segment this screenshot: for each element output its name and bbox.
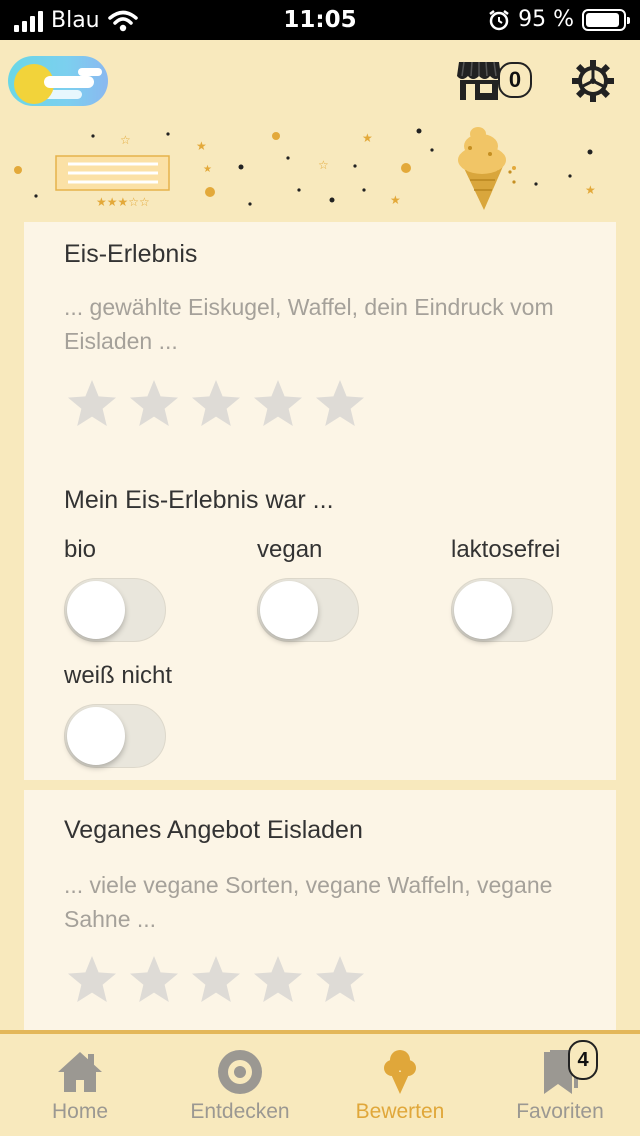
status-bar: Blau 11:05 95 % [0, 0, 640, 40]
tab-home[interactable]: Home [0, 1034, 160, 1136]
svg-text:☆: ☆ [120, 133, 131, 147]
svg-text:★: ★ [585, 183, 596, 197]
gear-icon[interactable] [572, 60, 614, 102]
svg-text:★★★☆☆: ★★★☆☆ [96, 195, 150, 209]
star-icon[interactable] [190, 954, 242, 1006]
favorites-count-badge: 4 [568, 1040, 598, 1080]
star-rating[interactable] [66, 378, 366, 430]
shop-icon[interactable] [456, 58, 502, 102]
star-icon[interactable] [128, 954, 180, 1006]
status-right: 95 % [488, 7, 630, 32]
toggle-label-weiss-nicht: weiß nicht [64, 662, 173, 689]
svg-text:★: ★ [203, 164, 212, 175]
tab-favoriten[interactable]: Favoriten [480, 1034, 640, 1136]
tab-label: Favoriten [516, 1100, 604, 1123]
tab-label: Home [51, 1100, 109, 1123]
toggle-label-laktosefrei: laktosefrei [451, 536, 561, 563]
toggle-label-vegan: vegan [257, 536, 323, 563]
star-icon[interactable] [314, 954, 366, 1006]
top-bar: 0 [0, 40, 640, 124]
star-icon[interactable] [252, 954, 304, 1006]
star-icon[interactable] [314, 378, 366, 430]
home-icon [58, 1052, 102, 1092]
star-icon[interactable] [66, 378, 118, 430]
section-title: Mein Eis-Erlebnis war ... [64, 486, 334, 514]
star-rating[interactable] [66, 954, 366, 1006]
sun-cloud-icon[interactable] [8, 56, 108, 106]
ice-cream-icon [384, 1050, 416, 1094]
experience-card: Eis-Erlebnis ... gewählte Eiskugel, Waff… [24, 222, 616, 780]
star-icon[interactable] [66, 954, 118, 1006]
decorative-banner: ★★★☆☆ ☆ ★ ☆ ★ ★ ★ ★ [14, 127, 596, 210]
tab-label: Entdecken [190, 1100, 290, 1123]
alarm-icon [489, 9, 509, 30]
toggle-bio[interactable] [64, 578, 166, 642]
tab-bewerten[interactable]: Bewerten [320, 1034, 480, 1136]
svg-text:★: ★ [196, 139, 207, 153]
star-icon[interactable] [252, 378, 304, 430]
shop-count-badge: 0 [498, 62, 532, 98]
card-title: Veganes Angebot Eisladen [64, 816, 363, 844]
card-title: Eis-Erlebnis [64, 240, 198, 268]
battery-icon [582, 8, 630, 31]
vegan-offer-card: Veganes Angebot Eisladen ... viele vegan… [24, 790, 616, 1040]
toggle-vegan[interactable] [257, 578, 359, 642]
star-icon[interactable] [128, 378, 180, 430]
battery-percent: 95 % [518, 7, 574, 32]
star-icon[interactable] [190, 378, 242, 430]
ice-cream-illustration [458, 127, 516, 210]
target-icon [218, 1050, 262, 1094]
tab-label: Bewerten [355, 1100, 445, 1123]
svg-text:☆: ☆ [318, 158, 329, 172]
toggle-laktosefrei[interactable] [451, 578, 553, 642]
tab-entdecken[interactable]: Entdecken [160, 1034, 320, 1136]
toggle-label-bio: bio [64, 536, 97, 563]
svg-text:★: ★ [390, 193, 401, 207]
svg-text:★: ★ [362, 131, 373, 145]
card-description: ... viele vegane Sorten, vegane Waffeln,… [64, 872, 553, 932]
bottom-tab-bar: Home Entdecken Bewerten Favoriten 4 [0, 1030, 640, 1136]
card-description: ... gewählte Eiskugel, Waffel, dein Eind… [64, 294, 554, 354]
toggle-weiss-nicht[interactable] [64, 704, 166, 768]
